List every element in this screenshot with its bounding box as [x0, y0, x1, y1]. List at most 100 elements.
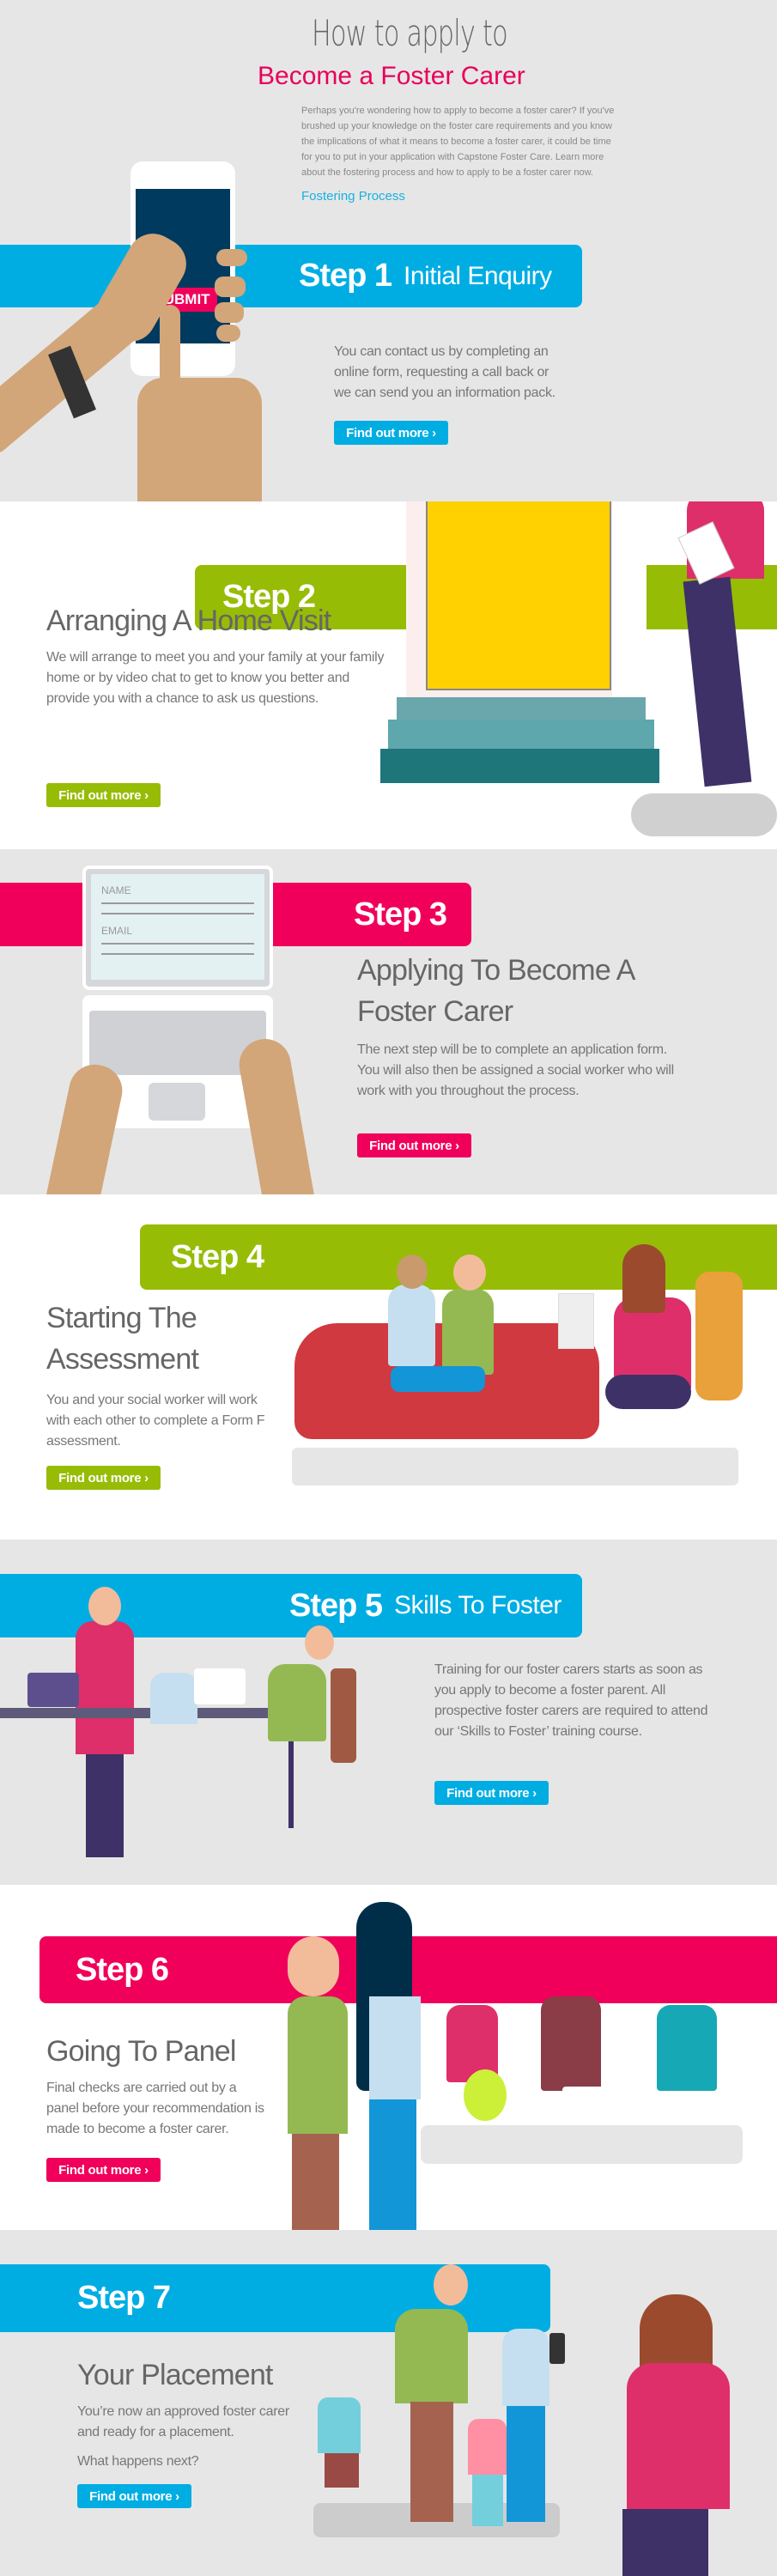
step-7-find-out-more-button[interactable]: Find out more › — [77, 2484, 191, 2508]
intro-text: Perhaps you're wondering how to apply to… — [301, 106, 615, 178]
legs — [410, 2402, 453, 2522]
step-4-find-out-more-button[interactable]: Find out more › — [46, 1466, 161, 1490]
step-subtitle: Initial Enquiry — [404, 261, 552, 290]
step-7-body: You’re now an approved foster carer and … — [77, 2404, 289, 2439]
step-label: Step 1 — [299, 258, 392, 294]
step-2-title: Arranging A Home Visit — [46, 605, 331, 637]
desk-illustration — [0, 1708, 296, 1718]
step-3-body: The next step will be to complete an app… — [357, 1042, 674, 1098]
right-hand-illustration — [234, 1035, 315, 1194]
foster-father-illustration — [395, 2309, 468, 2403]
panel-member-illustration — [541, 1996, 601, 2091]
laptop-icon — [27, 1673, 79, 1707]
step-3-find-out-more-button[interactable]: Find out more › — [357, 1133, 471, 1157]
legs — [86, 1754, 124, 1857]
fostering-process-link[interactable]: Fostering Process — [301, 189, 405, 204]
trainee-woman-illustration — [150, 1673, 197, 1724]
legs — [507, 2406, 545, 2522]
panel-member-illustration — [657, 2005, 717, 2091]
woman-illustration — [388, 1285, 435, 1366]
step-1-find-out-more-button[interactable]: Find out more › — [334, 421, 448, 445]
step-4-body: You and your social worker will work wit… — [46, 1393, 265, 1449]
head — [88, 1587, 121, 1625]
step-5-section: Step 5 Skills To Foster Training for our… — [0, 1540, 777, 1885]
trainer-illustration — [76, 1621, 134, 1754]
line — [101, 902, 254, 904]
step-2-body: We will arrange to meet you and your fam… — [46, 650, 385, 706]
head — [288, 1936, 339, 1996]
step-4-section: Step 4 Starting The Assessment You and y… — [0, 1194, 777, 1540]
document-icon — [558, 1293, 594, 1349]
finger — [216, 325, 240, 342]
shorts — [325, 2453, 359, 2488]
photographer-illustration — [627, 2363, 730, 2509]
hair — [622, 1244, 665, 1313]
flowers-icon — [464, 2069, 507, 2121]
man-illustration — [442, 1289, 494, 1375]
name-label: NAME — [101, 884, 131, 896]
step-subtitle: Skills To Foster — [394, 1591, 562, 1619]
finger — [215, 302, 244, 323]
step-label: Step 3 — [354, 896, 447, 933]
torso — [369, 1996, 421, 2099]
step-7-banner: Step 7 — [0, 2264, 550, 2332]
laptop-screen-illustration: NAME EMAIL — [82, 866, 273, 990]
legs — [472, 2475, 503, 2526]
step-5-body: Training for our foster carers starts as… — [434, 1662, 708, 1739]
laptop-icon — [194, 1668, 246, 1704]
step-7-section: Step 7 Your Placement You’re now an appr… — [0, 2230, 777, 2576]
head — [453, 1255, 486, 1291]
shadow — [631, 793, 777, 836]
trackpad — [149, 1083, 205, 1121]
head — [397, 1255, 428, 1289]
finger — [216, 249, 247, 266]
step-3-title: Applying To Become A Foster Carer — [357, 954, 634, 1028]
left-hand-illustration — [46, 1060, 127, 1194]
step-6-body: Final checks are carried out by a panel … — [46, 2081, 264, 2136]
form-illustration: NAME EMAIL — [91, 874, 264, 980]
email-label: EMAIL — [101, 925, 133, 937]
head — [305, 1625, 334, 1660]
legs — [622, 2509, 708, 2576]
man-illustration — [288, 1996, 348, 2134]
step-label: Step 6 — [76, 1951, 169, 1988]
door-step — [388, 720, 654, 750]
floor-shadow — [421, 2125, 743, 2164]
laptop-icon — [562, 2087, 605, 2125]
floor-shadow — [292, 1448, 738, 1485]
step-2-find-out-more-button[interactable]: Find out more › — [46, 783, 161, 807]
step-1-body: You can contact us by completing an onli… — [334, 344, 555, 400]
chair-illustration — [331, 1668, 356, 1763]
door-step — [397, 697, 646, 720]
step-5-find-out-more-button[interactable]: Find out more › — [434, 1781, 549, 1805]
page-title: Become a Foster Carer — [258, 62, 525, 90]
step-label: Step 7 — [77, 2280, 171, 2316]
step-label: Step 4 — [171, 1238, 264, 1275]
door-step — [380, 749, 659, 783]
phone-icon — [549, 2333, 565, 2364]
step-7-question: What happens next? — [77, 2454, 199, 2469]
girl-illustration — [468, 2419, 507, 2475]
foster-mother-illustration — [502, 2329, 549, 2406]
finger — [215, 276, 246, 297]
header-and-step-1: How to apply to Become a Foster Carer Pe… — [0, 0, 777, 501]
script-title: How to apply to — [312, 12, 508, 54]
step-4-title: Starting The Assessment — [46, 1302, 199, 1376]
step-6-find-out-more-button[interactable]: Find out more › — [46, 2158, 161, 2182]
line — [101, 953, 254, 955]
trainee-man-illustration — [268, 1664, 326, 1741]
boy-illustration — [318, 2397, 361, 2453]
legs — [369, 2099, 416, 2230]
step-2-section: Step 2 Arranging A Home Visit We will ar… — [0, 501, 777, 849]
line — [101, 943, 254, 945]
legs — [605, 1375, 691, 1409]
step-6-section: Step 6 Going To Panel Final checks are c… — [0, 1885, 777, 2230]
legs — [292, 2134, 339, 2230]
step-label: Step 5 — [289, 1587, 383, 1624]
step-7-title: Your Placement — [77, 2359, 273, 2391]
step-3-section: Step 3 NAME EMAIL Applying To Become A F… — [0, 849, 777, 1194]
head — [434, 2264, 468, 2306]
chair-illustration — [695, 1272, 743, 1400]
legs — [391, 1366, 485, 1392]
door-illustration — [426, 501, 611, 690]
